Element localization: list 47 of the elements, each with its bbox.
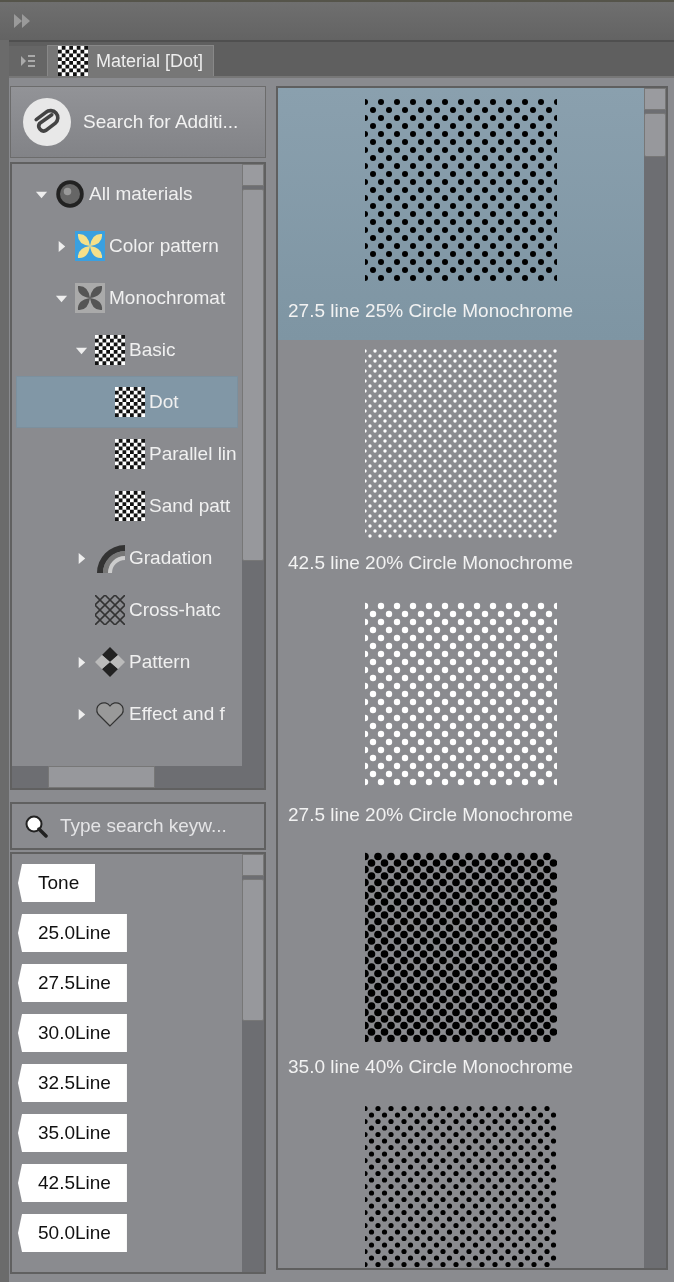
paperclip-icon [23,98,71,146]
tag[interactable]: 25.0Line [18,914,127,952]
tree-item[interactable]: Gradation [16,532,238,584]
checker-icon [115,387,145,417]
tree-item[interactable]: Sand patt [16,480,238,532]
heart-icon [95,699,125,729]
panel-menu-button[interactable] [9,46,47,76]
horizontal-scrollbar[interactable] [12,766,264,788]
tree-item[interactable]: Parallel lin [16,428,238,480]
tree-item[interactable]: Monochromat [16,272,238,324]
crosshatch-icon [95,595,125,625]
material-item[interactable]: 27.5 line 20% Circle Monochrome [278,592,644,844]
search-icon [24,814,48,838]
checker-icon [95,335,125,365]
tree-item[interactable]: Effect and f [16,688,238,740]
sphere-icon [55,179,85,209]
material-item[interactable]: 27.5 line 25% Circle Monochrome [278,88,644,340]
tree-item[interactable]: Cross-hatc [16,584,238,636]
expand-icon[interactable] [12,11,32,31]
tag[interactable]: 42.5Line [18,1164,127,1202]
scrollbar[interactable] [644,88,666,1268]
scrollbar[interactable] [242,854,264,1272]
material-item[interactable]: 35.0 line 40% Circle Monochrome [278,844,644,1096]
checker-icon [115,439,145,469]
tree-item[interactable]: Basic [16,324,238,376]
checker-icon [58,46,88,76]
material-item[interactable]: 42.5 line 20% Circle Monochrome [278,340,644,592]
menu-icon [20,54,36,68]
tree-item[interactable]: Pattern [16,636,238,688]
search-field[interactable]: Type search keyw... [10,802,266,850]
tag[interactable]: 50.0Line [18,1214,127,1252]
diamond-pattern-icon [95,647,125,677]
tag[interactable]: Tone [18,864,96,902]
tree-item[interactable]: All materials [16,168,238,220]
checker-icon [115,491,145,521]
arc-icon [95,543,125,573]
tag[interactable]: 27.5Line [18,964,127,1002]
search-button[interactable]: Search for Additi... [10,86,266,158]
tree-item[interactable]: Color pattern [16,220,238,272]
scrollbar[interactable] [242,164,264,766]
tree-item[interactable]: Dot [16,376,238,428]
panel-tab[interactable]: Material [Dot] [47,45,215,76]
tag[interactable]: 35.0Line [18,1114,127,1152]
clover-icon [75,283,105,313]
tag[interactable]: 30.0Line [18,1014,127,1052]
tag[interactable]: 32.5Line [18,1064,127,1102]
clover-icon [75,231,105,261]
